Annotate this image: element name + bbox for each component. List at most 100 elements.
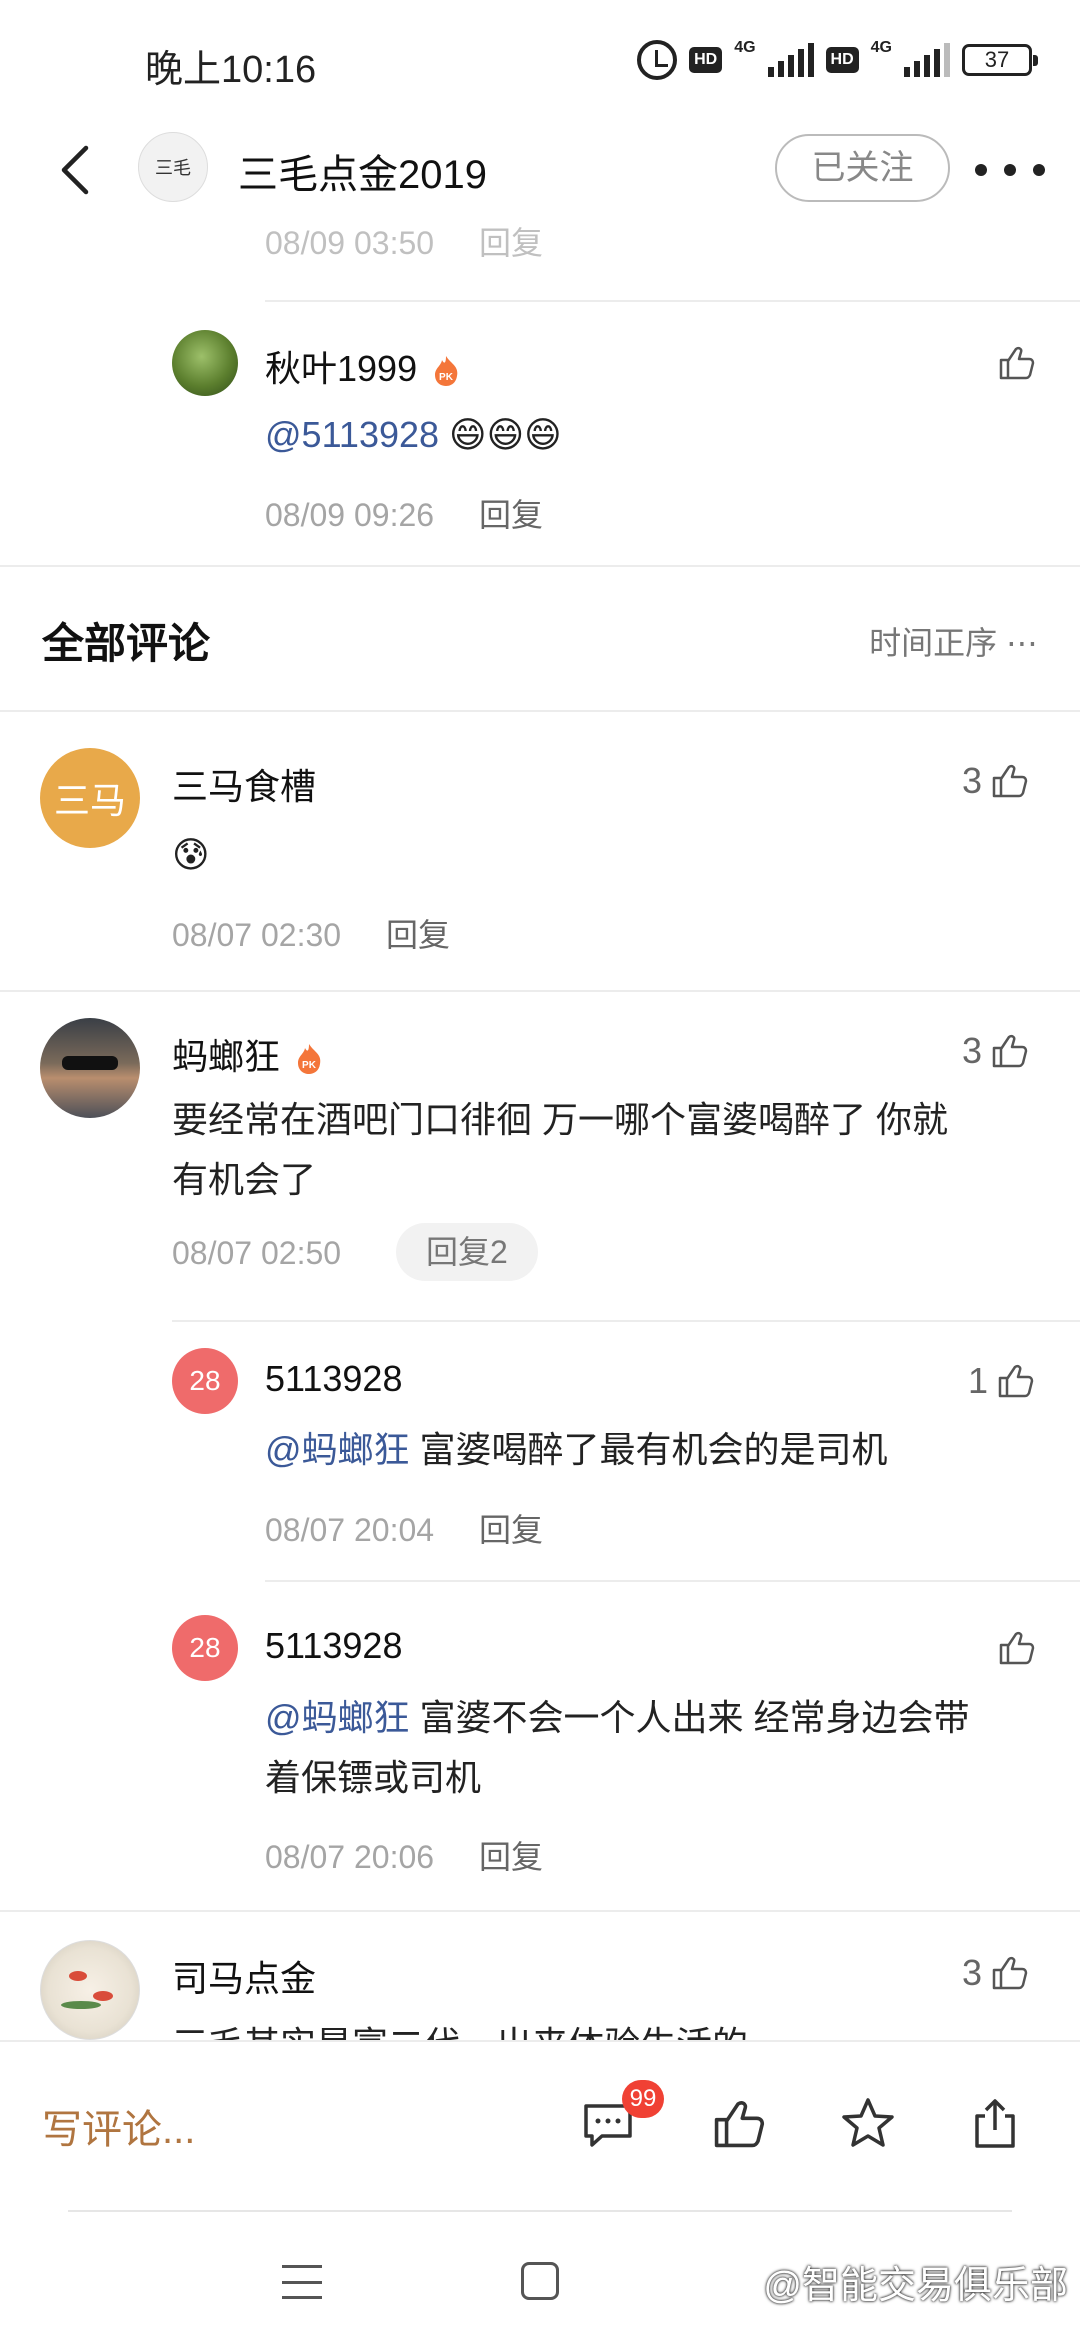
avatar-text: 28	[189, 1632, 221, 1663]
mention-link[interactable]: @蚂螂狂	[265, 1429, 410, 1470]
header: 三毛 三毛点金2019 已关注	[0, 120, 1080, 220]
status-time: 晚上10:16	[145, 49, 317, 91]
author-avatar[interactable]: 三毛	[138, 132, 208, 202]
divider	[0, 565, 1080, 567]
avatar-text: 28	[189, 1365, 221, 1396]
reply-author-name: 秋叶1999	[265, 348, 418, 389]
like-button[interactable]	[995, 1627, 1037, 1669]
comment-author[interactable]: 司马点金	[172, 1950, 316, 2002]
divider	[0, 990, 1080, 992]
like-post-button[interactable]	[708, 2094, 768, 2154]
comment-list[interactable]: 08/09 03:50 回复 秋叶1999 PK @5113928 😄😄😄 08/…	[0, 220, 1080, 2040]
reply-link[interactable]: 回复	[479, 1512, 543, 1548]
back-button[interactable]	[48, 140, 108, 200]
user-avatar[interactable]	[40, 1018, 140, 1118]
svg-text:PK: PK	[439, 372, 454, 383]
reply-author[interactable]: 秋叶1999 PK	[265, 340, 461, 392]
reply-line-1: 富婆不会一个人出来 经常身边会带	[409, 1697, 970, 1738]
chevron-left-icon	[61, 145, 89, 195]
thumbs-up-icon	[992, 1034, 1028, 1068]
divider	[0, 1910, 1080, 1912]
comment-author-name: 蚂螂狂	[172, 1036, 281, 1077]
like-count: 3	[962, 1030, 983, 1071]
thumbs-up-icon	[992, 1956, 1028, 1990]
comment-author[interactable]: 蚂螂狂 PK	[172, 1028, 324, 1080]
like-button[interactable]: 3	[962, 1030, 1030, 1072]
avatar-decoration	[61, 2001, 101, 2009]
write-comment-input[interactable]: 写评论...	[42, 2097, 195, 2155]
reply-link[interactable]: 回复	[479, 497, 543, 533]
menu-icon[interactable]	[282, 2265, 322, 2299]
reply-content: @蚂螂狂 富婆喝醉了最有机会的是司机	[265, 1420, 888, 1480]
divider	[172, 1320, 1080, 1322]
hd-icon-2: HD	[825, 47, 859, 73]
partial-meta: 08/09 03:50 回复	[265, 220, 543, 264]
thumbs-up-icon	[999, 346, 1035, 380]
author-name[interactable]: 三毛点金2019	[238, 142, 487, 200]
comment-line-1: 要经常在酒吧门口徘徊 万一哪个富婆喝醉了 你就	[172, 1099, 949, 1140]
thumbs-up-icon	[998, 1364, 1034, 1398]
reply-text: 富婆喝醉了最有机会的是司机	[409, 1429, 888, 1470]
reply-author[interactable]: 5113928	[265, 1358, 402, 1400]
user-avatar[interactable]: 三马	[40, 748, 140, 848]
like-button[interactable]: 3	[962, 760, 1030, 802]
avatar-text: 三马	[53, 780, 126, 821]
avatar-decoration	[69, 1971, 87, 1981]
watermark-text: @智能交易俱乐部	[763, 2265, 1068, 2307]
hd-icon: HD	[689, 47, 723, 73]
divider	[0, 710, 1080, 712]
reply-link[interactable]: 回复	[386, 917, 450, 953]
favorite-button[interactable]	[838, 2094, 898, 2154]
reply-meta: 08/07 20:04 回复	[265, 1505, 543, 1551]
reply-content: @5113928 😄😄😄	[265, 405, 562, 465]
reply-link[interactable]: 回复	[479, 1839, 543, 1875]
avatar-decoration	[93, 1991, 113, 2001]
star-icon	[842, 2098, 894, 2147]
user-avatar[interactable]	[40, 1940, 140, 2040]
mention-link[interactable]: @5113928	[265, 414, 439, 455]
network-type-1: 4G	[734, 39, 756, 56]
divider	[265, 300, 1080, 302]
follow-button[interactable]: 已关注	[775, 134, 950, 202]
like-button[interactable]: 1	[968, 1360, 1036, 1402]
battery-icon: 37	[962, 44, 1038, 76]
bottom-action-bar: 写评论... 99	[0, 2040, 1080, 2210]
mention-link[interactable]: @蚂螂狂	[265, 1697, 410, 1738]
more-icon[interactable]	[975, 150, 1045, 190]
user-avatar[interactable]	[172, 330, 238, 396]
reply-time: 08/09 09:26	[265, 497, 435, 533]
comment-author[interactable]: 三马食槽	[172, 758, 316, 810]
thumbs-up-icon	[714, 2101, 765, 2148]
home-icon[interactable]	[521, 2262, 559, 2300]
like-count: 1	[968, 1360, 989, 1401]
system-nav-bar: @智能交易俱乐部	[0, 2210, 1080, 2340]
network-type-2: 4G	[870, 39, 892, 56]
user-avatar[interactable]: 28	[172, 1615, 238, 1681]
like-count: 3	[962, 1952, 983, 1993]
section-title: 全部评论	[42, 620, 211, 667]
pk-badge-icon: PK	[435, 356, 458, 387]
signal-icon-2	[904, 43, 950, 77]
user-avatar[interactable]: 28	[172, 1348, 238, 1414]
sort-button[interactable]: 时间正序 ⋯	[869, 618, 1038, 664]
like-button[interactable]: 3	[962, 1952, 1030, 1994]
comment-content: 😰	[172, 834, 210, 875]
partial-time: 08/09 03:50	[265, 225, 435, 261]
comment-time: 08/07 02:30	[172, 917, 342, 953]
signal-icon	[767, 43, 814, 77]
partial-reply-link[interactable]: 回复	[479, 225, 543, 261]
share-button[interactable]	[965, 2094, 1025, 2154]
status-icons: HD 4G HD 4G 37	[637, 39, 1038, 80]
comment-line-2: 有机会了	[172, 1159, 317, 1200]
reply-content: @蚂螂狂 富婆不会一个人出来 经常身边会带 着保镖或司机	[265, 1688, 970, 1808]
view-replies-button[interactable]: 回复2	[396, 1223, 538, 1281]
share-icon	[975, 2099, 1015, 2148]
reply-line-2: 着保镖或司机	[265, 1757, 482, 1798]
comment-time: 08/07 02:50	[172, 1235, 342, 1271]
reply-author[interactable]: 5113928	[265, 1625, 402, 1667]
comment-content: 三毛其实是富二代，出来体验生活的	[172, 2015, 748, 2040]
reply-meta: 08/09 09:26 回复	[265, 490, 543, 536]
like-count: 3	[962, 760, 983, 801]
like-button[interactable]	[995, 342, 1037, 384]
alarm-icon	[637, 40, 678, 80]
